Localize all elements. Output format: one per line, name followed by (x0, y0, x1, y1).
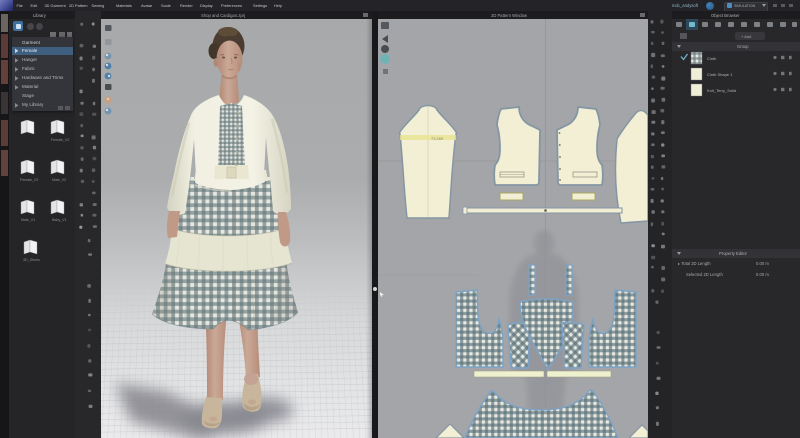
svg-text:Female_V2: Female_V2 (51, 138, 69, 142)
svg-text:Knit_Terry_Solid: Knit_Terry_Solid (707, 88, 736, 93)
svg-text:Male_V1: Male_V1 (21, 218, 35, 222)
svg-text:Male_V2: Male_V2 (52, 178, 66, 182)
svg-text:Cloth: Cloth (707, 56, 716, 61)
svg-text:Cloth Shape 1: Cloth Shape 1 (707, 72, 733, 77)
svg-text:73.265: 73.265 (431, 136, 444, 141)
svg-text:Baby_V1: Baby_V1 (52, 218, 67, 222)
svg-text:Female_V2: Female_V2 (20, 178, 38, 182)
svg-text:3D_Shoes: 3D_Shoes (23, 258, 40, 262)
